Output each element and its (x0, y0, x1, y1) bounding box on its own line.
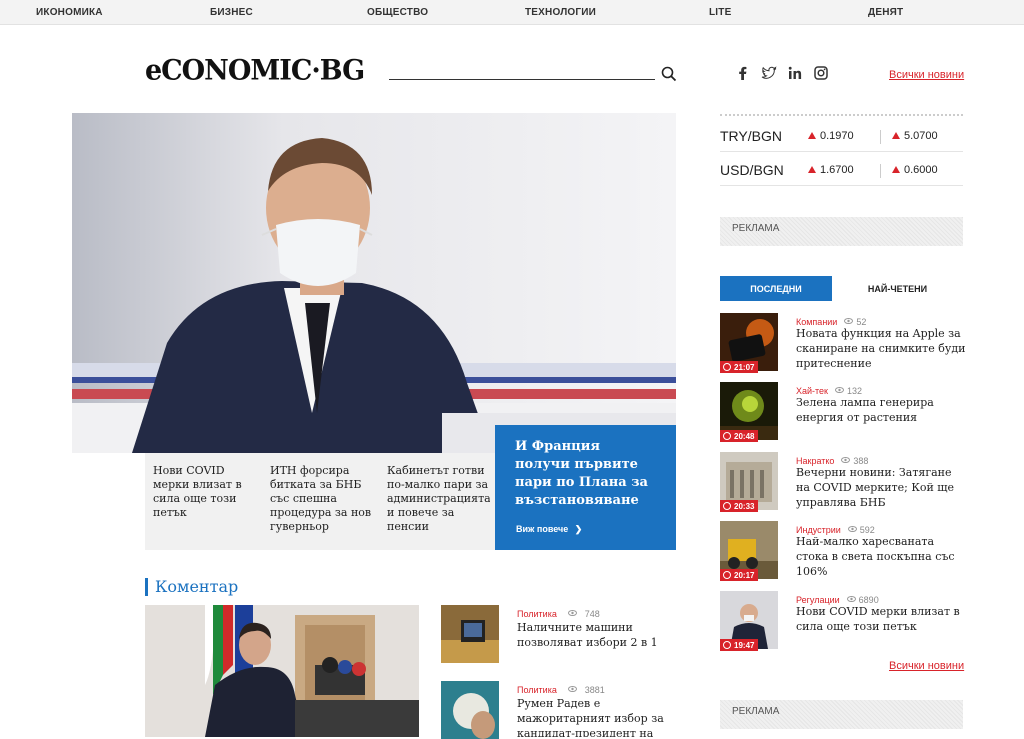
headline-strip: Нови COVID мерки влизат в сила още този … (145, 453, 495, 550)
list-item[interactable]: 21:07 Компании 52 Новата функция на Apple… (720, 313, 966, 373)
rate-row: USD/BGN 1.6700 0.6000 (720, 152, 963, 186)
divider (880, 164, 881, 178)
news-thumbnail[interactable] (441, 605, 499, 663)
rate-change: 0.1970 (808, 130, 854, 142)
currency-pair: USD/BGN (720, 162, 784, 178)
arrow-up-icon (892, 132, 900, 139)
news-thumbnail[interactable] (441, 681, 499, 739)
comment-main-image[interactable] (145, 605, 419, 737)
clock-icon: 20:33 (720, 500, 759, 512)
news-title[interactable]: Зелена лампа генерира енергия от растени… (796, 395, 966, 425)
news-time: 20:48 (734, 432, 755, 441)
list-item[interactable]: 20:17 Индустрии 592 Най-малко харесваната… (720, 521, 963, 581)
hero-card[interactable]: И Франция получи първите пари по Плана з… (495, 425, 676, 550)
tab-most-read[interactable]: НАЙ-ЧЕТЕНИ (832, 276, 963, 301)
nav-society[interactable]: ОБЩЕСТВО (367, 7, 428, 18)
nav-technology[interactable]: ТЕХНОЛОГИИ (525, 7, 596, 18)
list-item[interactable]: 20:33 Накратко 388 Вечерни новини: Затяга… (720, 452, 963, 512)
news-title[interactable]: Румен Радев е мажоритарният избор за кан… (517, 696, 677, 737)
news-title[interactable]: Новата функция на Apple за сканиране на … (796, 326, 966, 371)
strip-headline[interactable]: ИТН форсира битката за БНБ със спешна пр… (270, 464, 373, 542)
news-title[interactable]: Нови COVID мерки влизат в сила още този … (796, 604, 966, 634)
clock-icon: 20:48 (720, 430, 759, 442)
clock-icon: 19:47 (720, 639, 759, 651)
hero-more-label: Виж повече (516, 524, 569, 534)
nav-the-day[interactable]: ДЕНЯТ (868, 7, 903, 18)
linkedin-icon[interactable] (787, 65, 803, 81)
divider (880, 130, 881, 144)
ad-banner[interactable]: РЕКЛАМА (720, 700, 963, 729)
view-count: 3881 (584, 685, 605, 695)
clock-icon: 21:07 (720, 361, 759, 373)
nav-lite[interactable]: LITE (709, 7, 731, 18)
news-time: 19:47 (734, 641, 755, 650)
view-count: 748 (584, 609, 600, 619)
strip-headline[interactable]: Кабинетът готви по-малко пари за админис… (387, 464, 490, 542)
clock-icon: 20:17 (720, 569, 759, 581)
arrow-up-icon (892, 166, 900, 173)
tab-latest[interactable]: ПОСЛЕДНИ (720, 276, 832, 301)
eye-icon (846, 595, 856, 602)
hero-image[interactable] (72, 113, 676, 453)
rate-value: 1.6700 (820, 164, 854, 176)
nav-business[interactable]: БИЗНЕС (210, 7, 253, 18)
rate-row: TRY/BGN 0.1970 5.0700 (720, 118, 963, 152)
news-title[interactable]: Най-малко харесваната стока в света поск… (796, 534, 966, 579)
eye-icon (841, 456, 851, 463)
eye-icon (847, 525, 857, 532)
rate-change: 1.6700 (808, 164, 854, 176)
hero-more-link[interactable]: Виж повече ❯ (516, 524, 582, 535)
currency-pair: TRY/BGN (720, 128, 782, 144)
eye-icon (568, 609, 578, 616)
eye-icon (844, 317, 854, 324)
all-news-link[interactable]: Всички новини (889, 69, 964, 81)
rate-percent: 5.0700 (892, 130, 938, 142)
eye-icon (568, 685, 578, 692)
list-item[interactable]: 19:47 Регулации 6890 Нови COVID мерки вли… (720, 591, 963, 651)
rate-value: 0.6000 (904, 164, 938, 176)
search-input[interactable] (389, 79, 655, 80)
strip-headline[interactable]: Нови COVID мерки влизат в сила още този … (153, 464, 256, 542)
chevron-right-icon: ❯ (574, 524, 583, 534)
sidebar-all-news-link[interactable]: Всички новини (889, 660, 964, 672)
site-logo[interactable]: eCONOMIC·BG (145, 54, 365, 87)
arrow-up-icon (808, 132, 816, 139)
eye-icon (835, 386, 844, 393)
top-navigation: ИКОНОМИКА БИЗНЕС ОБЩЕСТВО ТЕХНОЛОГИИ LIT… (0, 0, 1024, 25)
arrow-up-icon (808, 166, 816, 173)
section-heading-comment[interactable]: Коментар (145, 578, 238, 596)
news-category[interactable]: Политика (517, 609, 557, 619)
news-time: 21:07 (734, 363, 755, 372)
nav-economy[interactable]: ИКОНОМИКА (36, 7, 103, 18)
news-title[interactable]: Вечерни новини: Затягане на COVID меркит… (796, 465, 966, 510)
ad-banner[interactable]: РЕКЛАМА (720, 217, 963, 246)
instagram-icon[interactable] (813, 65, 829, 81)
facebook-icon[interactable] (735, 65, 751, 81)
list-item[interactable]: 20:48 Хай-тек 132 Зелена лампа генерира е… (720, 382, 963, 442)
rate-value: 5.0700 (904, 130, 938, 142)
news-category[interactable]: Политика (517, 685, 557, 695)
rate-percent: 0.6000 (892, 164, 938, 176)
list-item[interactable]: Политика 3881 Румен Радев е мажоритарния… (441, 681, 671, 739)
news-time: 20:17 (734, 571, 755, 580)
twitter-icon[interactable] (761, 65, 777, 81)
list-item[interactable]: Политика 748 Наличните машини позволяват… (441, 605, 671, 665)
news-title[interactable]: Наличните машини позволяват избори 2 в 1 (517, 620, 677, 650)
search-icon[interactable] (661, 66, 677, 82)
currency-rates: TRY/BGN 0.1970 5.0700 USD/BGN 1.6700 0.6… (720, 114, 963, 186)
rate-value: 0.1970 (820, 130, 854, 142)
news-time: 20:33 (734, 502, 755, 511)
hero-title[interactable]: И Франция получи първите пари по Плана з… (515, 438, 656, 510)
